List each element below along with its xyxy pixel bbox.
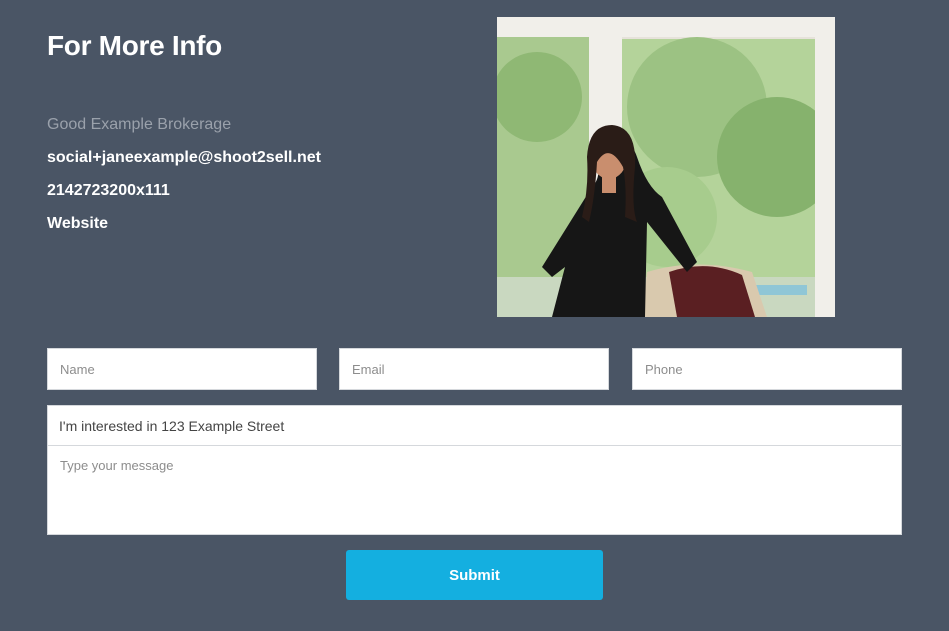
- name-input[interactable]: [47, 348, 317, 390]
- submit-button[interactable]: Submit: [346, 550, 603, 600]
- website-link[interactable]: Website: [47, 215, 108, 233]
- agent-photo: [497, 17, 835, 317]
- phone-input[interactable]: [632, 348, 902, 390]
- agent-phone[interactable]: 2142723200x111: [47, 182, 170, 200]
- agent-email[interactable]: social+janeexample@shoot2sell.net: [47, 149, 321, 167]
- message-textarea[interactable]: [47, 445, 902, 535]
- section-title: For More Info: [47, 30, 222, 61]
- subject-input[interactable]: [47, 405, 902, 446]
- email-input[interactable]: [339, 348, 609, 390]
- brokerage-name: Good Example Brokerage: [47, 116, 232, 133]
